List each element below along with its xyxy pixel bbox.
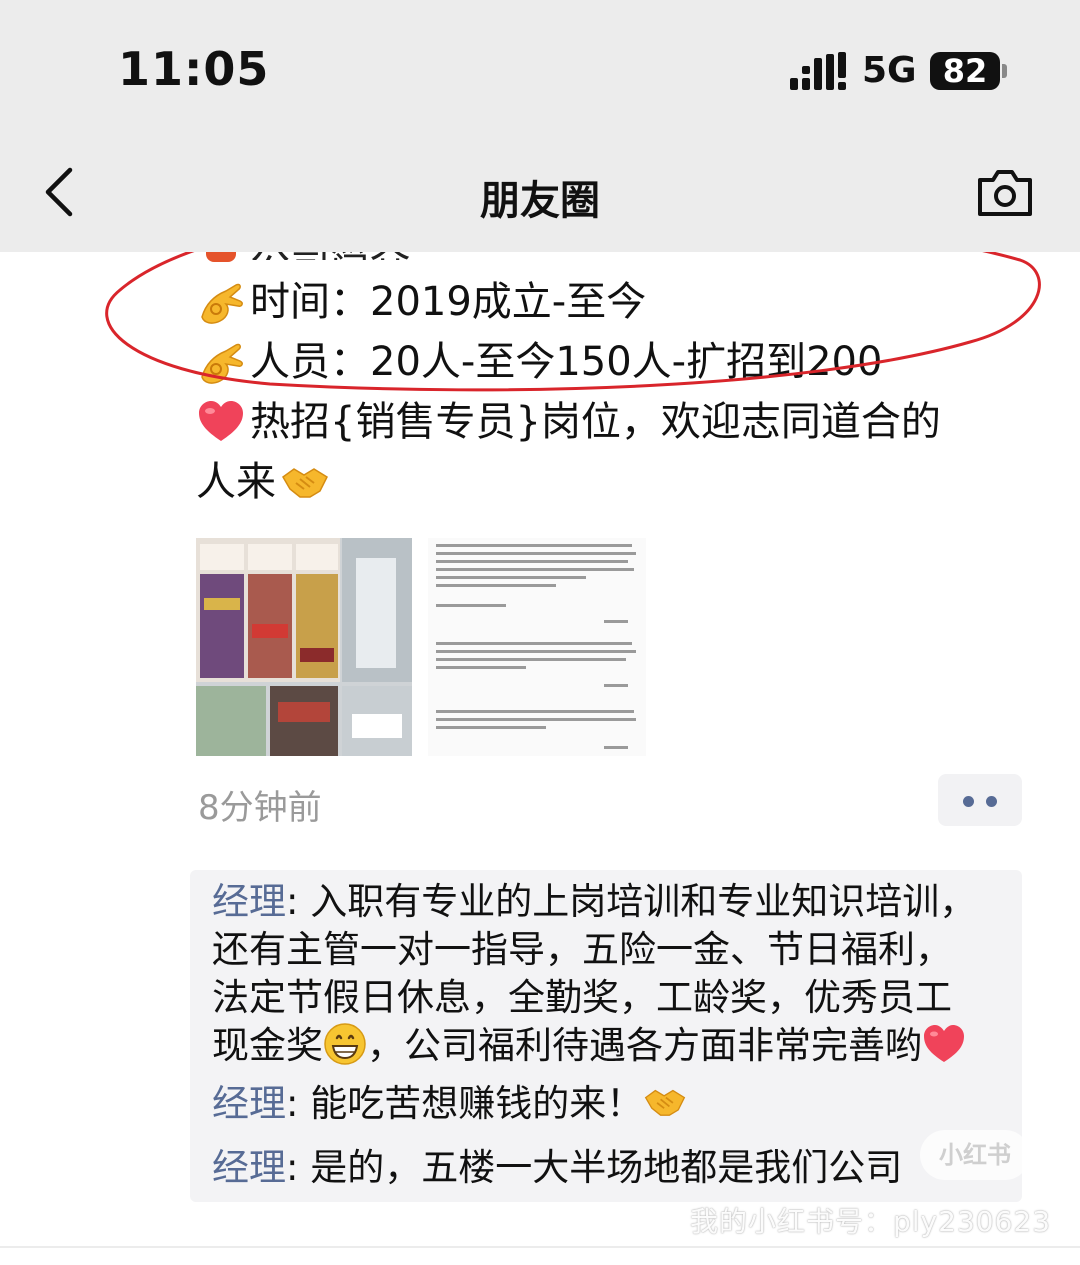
comment-colon: : bbox=[286, 1146, 311, 1189]
post-image-grid bbox=[196, 538, 646, 756]
heart-icon bbox=[924, 1025, 964, 1062]
dot-icon bbox=[963, 796, 974, 807]
comment-item[interactable]: 经理: 能吃苦想赚钱的来！ bbox=[212, 1080, 1008, 1128]
text-screenshot-image[interactable] bbox=[428, 538, 646, 756]
ok-hand-icon bbox=[201, 283, 243, 324]
comment-item[interactable]: 经理: 是的，五楼一大半场地都是我们公司 bbox=[212, 1144, 1008, 1192]
handshake-icon bbox=[282, 468, 328, 498]
comment-colon: : bbox=[286, 1082, 311, 1125]
comments-section: 经理: 入职有专业的上岗培训和专业知识培训， 还有主管一对一指导，五险一金、节日… bbox=[190, 870, 1022, 1202]
divider bbox=[0, 1246, 1080, 1248]
post-text: 时间：2019成立-至今 人员：20人-至今150人-扩招到200 热招{销售专… bbox=[196, 272, 1036, 512]
battery-tip bbox=[1002, 64, 1007, 78]
watermark-badge: 小红书 bbox=[920, 1130, 1030, 1180]
heart-icon bbox=[199, 401, 243, 441]
post-line-text: 时间：2019成立-至今 bbox=[250, 279, 647, 325]
dot-icon bbox=[986, 796, 997, 807]
post-line-text: 人来 bbox=[196, 459, 276, 505]
status-time: 11:05 bbox=[118, 42, 270, 96]
office-photo-collage[interactable] bbox=[196, 538, 412, 756]
page-title: 朋友圈 bbox=[480, 178, 600, 224]
battery-indicator: 82 bbox=[930, 52, 1000, 90]
camera-icon[interactable] bbox=[976, 168, 1034, 218]
post-line: 时间：2019成立-至今 bbox=[196, 272, 1036, 332]
comment-line: 经理: 入职有专业的上岗培训和专业知识培训， bbox=[212, 878, 1008, 926]
grinning-face-icon bbox=[324, 1023, 366, 1065]
comment-text: 能吃苦想赚钱的来！ bbox=[310, 1082, 644, 1125]
comment-text: 现金奖 bbox=[212, 1024, 323, 1067]
signal-icon bbox=[790, 52, 846, 90]
post-partial-line: 公司简介 bbox=[250, 252, 410, 260]
comment-text: 还有主管一对一指导，五险一金、节日福利， bbox=[212, 928, 952, 971]
watermark-text: 我的小红书号：ply230623 bbox=[690, 1205, 1052, 1238]
status-bar: 11:05 5G 82 bbox=[0, 0, 1080, 140]
diamond-icon bbox=[206, 252, 236, 262]
comment-colon: : bbox=[286, 880, 311, 923]
post-line: 人来 bbox=[196, 452, 1036, 512]
more-actions-button[interactable] bbox=[938, 774, 1022, 826]
comment-text: ，公司福利待遇各方面非常完善哟 bbox=[367, 1024, 922, 1067]
handshake-icon bbox=[645, 1089, 686, 1116]
comment-line: 现金奖 ，公司福利待遇各方面非常完善哟 bbox=[212, 1022, 1008, 1070]
nav-bar: 朋友圈 bbox=[0, 140, 1080, 252]
comment-author[interactable]: 经理 bbox=[212, 1146, 286, 1189]
post-line: 人员：20人-至今150人-扩招到200 bbox=[196, 332, 1036, 392]
comment-text: 入职有专业的上岗培训和专业知识培训， bbox=[310, 880, 977, 923]
post-timestamp: 8分钟前 bbox=[198, 788, 322, 828]
ok-hand-icon bbox=[201, 343, 243, 384]
network-type: 5G bbox=[862, 50, 917, 91]
comment-item[interactable]: 经理: 入职有专业的上岗培训和专业知识培训， 还有主管一对一指导，五险一金、节日… bbox=[212, 878, 1008, 1070]
moments-feed: 公司简介 时间：2019成立-至今 人员：20人-至今150人-扩招到200 热… bbox=[0, 252, 1080, 1265]
comment-author[interactable]: 经理 bbox=[212, 880, 286, 923]
post-line-text: 人员：20人-至今150人-扩招到200 bbox=[250, 339, 883, 385]
comment-text: 是的，五楼一大半场地都是我们公司 bbox=[310, 1146, 903, 1189]
post-line-text: 热招{销售专员}岗位，欢迎志同道合的 bbox=[250, 399, 941, 445]
comment-author[interactable]: 经理 bbox=[212, 1082, 286, 1125]
post-line: 热招{销售专员}岗位，欢迎志同道合的 bbox=[196, 392, 1036, 452]
comment-text: 法定节假日休息，全勤奖，工龄奖，优秀员工 bbox=[212, 976, 952, 1019]
